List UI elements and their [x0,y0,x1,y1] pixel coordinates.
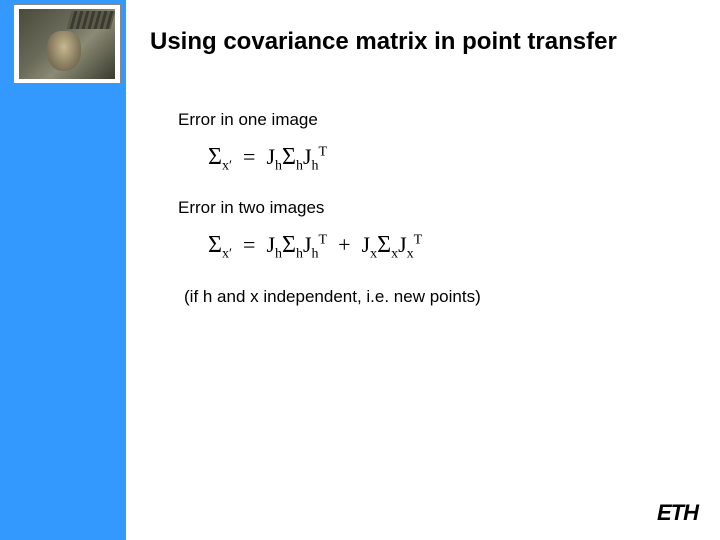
medusa-relief-icon [19,9,115,79]
content-area: Error in one image Σx′ = JhΣhJhT Error i… [178,110,678,307]
label-error-one-image: Error in one image [178,110,678,130]
corner-image [13,4,121,84]
label-error-two-images: Error in two images [178,198,678,218]
equation-two-images: Σx′ = JhΣhJhT + JxΣxJxT [208,232,678,262]
equation-one-image: Σx′ = JhΣhJhT [208,144,678,174]
eth-logo: ETH [657,500,698,526]
independence-note: (if h and x independent, i.e. new points… [184,287,678,307]
page-title: Using covariance matrix in point transfe… [150,28,617,56]
